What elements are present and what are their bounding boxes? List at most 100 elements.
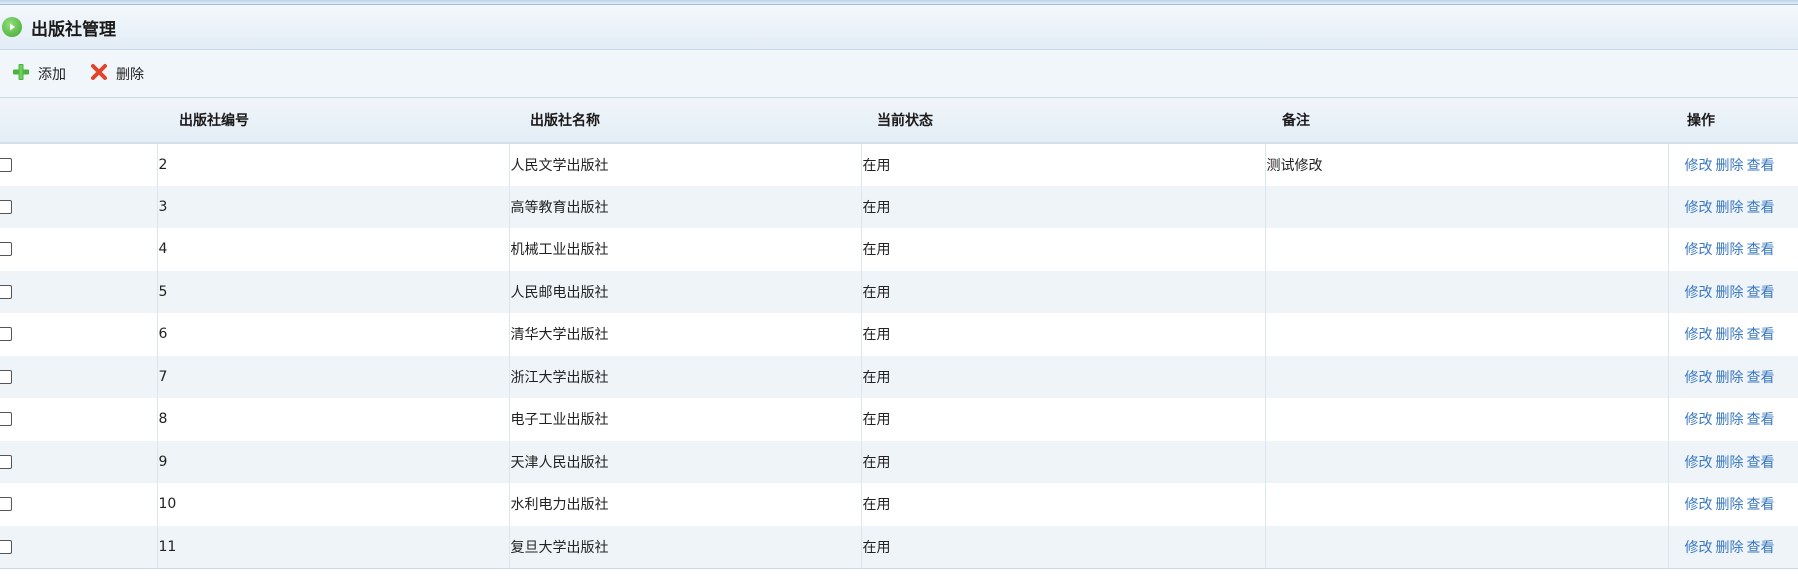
- column-header-actions: 操作: [1668, 98, 1798, 144]
- title-bar: 出版社管理: [0, 5, 1798, 50]
- row-checkbox[interactable]: [0, 412, 12, 427]
- delete-link[interactable]: 删除: [1716, 497, 1744, 513]
- cell-id: 8: [156, 398, 509, 441]
- table-row: 7 浙江大学出版社 在用 修改 删除 查看: [0, 355, 1798, 398]
- table-row: 8 电子工业出版社 在用 修改 删除 查看: [0, 398, 1798, 441]
- view-link[interactable]: 查看: [1747, 200, 1775, 216]
- row-checkbox[interactable]: [0, 284, 12, 299]
- row-checkbox-cell: [0, 355, 157, 398]
- delete-link[interactable]: 删除: [1716, 242, 1744, 258]
- table-row: 6 清华大学出版社 在用 修改 删除 查看: [0, 313, 1798, 356]
- cell-note: [1264, 185, 1668, 228]
- view-link[interactable]: 查看: [1747, 412, 1775, 428]
- cell-name: 天津人民出版社: [508, 440, 861, 483]
- row-checkbox-cell: [0, 143, 157, 186]
- row-checkbox-cell: [0, 185, 157, 228]
- cell-note: [1264, 270, 1668, 313]
- cell-actions: 修改 删除 查看: [1667, 228, 1798, 271]
- cell-name: 电子工业出版社: [508, 398, 861, 441]
- cell-actions: 修改 删除 查看: [1667, 525, 1798, 569]
- view-link[interactable]: 查看: [1747, 327, 1775, 343]
- delete-link[interactable]: 删除: [1716, 285, 1744, 301]
- delete-link[interactable]: 删除: [1716, 455, 1744, 471]
- edit-link[interactable]: 修改: [1685, 540, 1713, 556]
- row-checkbox-cell: [0, 440, 157, 483]
- cell-id: 9: [156, 440, 509, 483]
- cell-actions: 修改 删除 查看: [1667, 398, 1798, 441]
- cell-id: 6: [156, 313, 509, 356]
- view-link[interactable]: 查看: [1747, 370, 1775, 386]
- cell-status: 在用: [860, 185, 1265, 228]
- row-checkbox[interactable]: [0, 242, 12, 257]
- view-link[interactable]: 查看: [1747, 497, 1775, 513]
- row-checkbox[interactable]: [0, 369, 12, 384]
- row-checkbox-cell: [0, 525, 157, 569]
- toolbar: 添加 删除: [0, 50, 1798, 98]
- cell-id: 5: [156, 270, 509, 313]
- delete-link[interactable]: 删除: [1716, 158, 1744, 174]
- edit-link[interactable]: 修改: [1685, 285, 1713, 301]
- page-title: 出版社管理: [31, 19, 116, 40]
- table-row: 2 人民文学出版社 在用 测试修改 修改 删除 查看: [0, 143, 1798, 186]
- column-header-note[interactable]: 备注: [1265, 98, 1668, 144]
- plus-icon: [12, 63, 30, 85]
- view-link[interactable]: 查看: [1747, 285, 1775, 301]
- row-checkbox[interactable]: [0, 539, 12, 554]
- cell-actions: 修改 删除 查看: [1667, 440, 1798, 483]
- edit-link[interactable]: 修改: [1685, 242, 1713, 258]
- row-checkbox[interactable]: [0, 497, 12, 512]
- row-checkbox-cell: [0, 313, 157, 356]
- table-row: 3 高等教育出版社 在用 修改 删除 查看: [0, 185, 1798, 228]
- cell-status: 在用: [860, 440, 1265, 483]
- delete-button[interactable]: 删除: [90, 63, 144, 85]
- table-row: 9 天津人民出版社 在用 修改 删除 查看: [0, 440, 1798, 483]
- edit-link[interactable]: 修改: [1685, 455, 1713, 471]
- cell-status: 在用: [860, 483, 1265, 526]
- cell-id: 3: [156, 185, 509, 228]
- delete-link[interactable]: 删除: [1716, 200, 1744, 216]
- add-button-label: 添加: [38, 66, 66, 83]
- header-checkbox-cell: [0, 98, 157, 144]
- delete-link[interactable]: 删除: [1716, 412, 1744, 428]
- view-link[interactable]: 查看: [1747, 455, 1775, 471]
- row-checkbox-cell: [0, 398, 157, 441]
- column-header-status[interactable]: 当前状态: [861, 98, 1265, 144]
- table-row: 10 水利电力出版社 在用 修改 删除 查看: [0, 483, 1798, 526]
- view-link[interactable]: 查看: [1747, 242, 1775, 258]
- table-row: 5 人民邮电出版社 在用 修改 删除 查看: [0, 270, 1798, 313]
- column-header-name[interactable]: 出版社名称: [509, 98, 861, 144]
- cell-actions: 修改 删除 查看: [1667, 483, 1798, 526]
- edit-link[interactable]: 修改: [1685, 497, 1713, 513]
- edit-link[interactable]: 修改: [1685, 200, 1713, 216]
- delete-link[interactable]: 删除: [1716, 370, 1744, 386]
- view-link[interactable]: 查看: [1747, 540, 1775, 556]
- publisher-table: 出版社编号 出版社名称 当前状态 备注 操作 2 人民文学出版社 在用 测试修改 修改删…: [0, 98, 1798, 569]
- edit-link[interactable]: 修改: [1685, 370, 1713, 386]
- cell-id: 4: [156, 228, 509, 271]
- cell-name: 人民邮电出版社: [508, 270, 861, 313]
- delete-link[interactable]: 删除: [1716, 327, 1744, 343]
- edit-link[interactable]: 修改: [1685, 412, 1713, 428]
- row-checkbox[interactable]: [0, 199, 12, 214]
- cell-note: [1264, 440, 1668, 483]
- play-icon: [2, 17, 22, 37]
- row-checkbox[interactable]: [0, 157, 12, 172]
- delete-link[interactable]: 删除: [1716, 540, 1744, 556]
- column-header-id[interactable]: 出版社编号: [157, 98, 509, 144]
- edit-link[interactable]: 修改: [1685, 327, 1713, 343]
- table-header-row: 出版社编号 出版社名称 当前状态 备注 操作: [0, 98, 1798, 144]
- view-link[interactable]: 查看: [1747, 158, 1775, 174]
- cell-id: 2: [156, 143, 509, 186]
- cell-status: 在用: [860, 355, 1265, 398]
- row-checkbox[interactable]: [0, 454, 12, 469]
- cell-note: [1264, 398, 1668, 441]
- row-checkbox[interactable]: [0, 327, 12, 342]
- add-button[interactable]: 添加: [12, 63, 66, 85]
- cell-name: 清华大学出版社: [508, 313, 861, 356]
- delete-button-label: 删除: [116, 66, 144, 83]
- cell-note: [1264, 228, 1668, 271]
- edit-link[interactable]: 修改: [1685, 158, 1713, 174]
- table-row: 4 机械工业出版社 在用 修改 删除 查看: [0, 228, 1798, 271]
- cell-actions: 修改 删除 查看: [1667, 185, 1798, 228]
- cell-status: 在用: [860, 525, 1265, 569]
